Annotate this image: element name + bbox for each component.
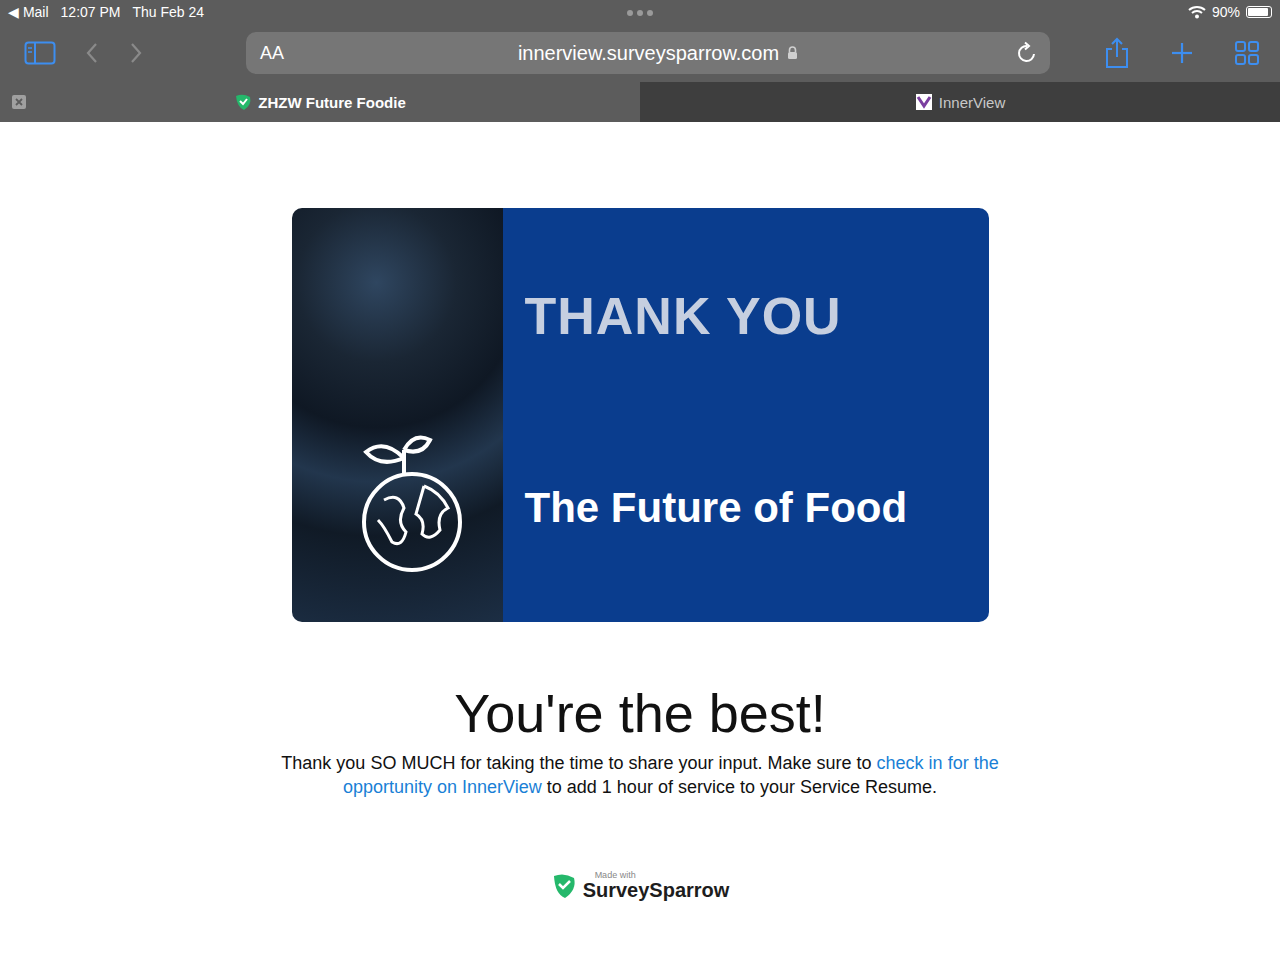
battery-percent: 90% [1212,4,1240,20]
reload-icon[interactable] [1016,41,1038,65]
banner-text-panel: THANK YOU The Future of Food [503,208,989,622]
page-content: THANK YOU The Future of Food You're the … [0,122,1280,900]
multitask-dots-icon[interactable] [627,10,653,16]
globe-sprout-icon [344,430,474,580]
tabs-overview-icon[interactable] [1234,40,1260,66]
browser-chrome: ◀ Mail 12:07 PM Thu Feb 24 90% [0,0,1280,122]
lock-icon [787,46,798,60]
back-to-app[interactable]: ◀ Mail [8,4,49,20]
banner-subtitle: The Future of Food [525,484,969,532]
toolbar: AA innerview.surveysparrow.com [0,24,1280,82]
status-bar: ◀ Mail 12:07 PM Thu Feb 24 90% [0,0,1280,24]
innerview-favicon-icon [915,93,933,111]
made-with-label: Made with [583,871,730,880]
brand-name: SurveySparrow [583,880,730,900]
back-icon[interactable] [84,41,100,65]
message-text-end: to add 1 hour of service to your Service… [542,777,937,797]
tab-bar: ZHZW Future Foodie InnerView [0,82,1280,122]
banner-title: THANK YOU [525,286,969,346]
tab-label[interactable]: InnerView [939,94,1005,111]
text-size-button[interactable]: AA [260,43,300,64]
message-text: Thank you SO MUCH for taking the time to… [281,753,876,773]
share-icon[interactable] [1104,37,1130,69]
battery-icon [1246,6,1272,18]
surveysparrow-logo-icon [551,872,577,900]
thank-you-banner: THANK YOU The Future of Food [292,208,989,622]
address-bar[interactable]: AA innerview.surveysparrow.com [246,32,1050,74]
surveysparrow-footer[interactable]: Made with SurveySparrow [551,871,730,900]
browser-tab[interactable]: ZHZW Future Foodie [0,82,640,122]
tab-label[interactable]: ZHZW Future Foodie [258,94,405,111]
blueberries-photo [292,208,503,622]
forward-icon[interactable] [128,41,144,65]
wifi-icon [1188,5,1206,19]
date: Thu Feb 24 [133,4,205,20]
surveysparrow-favicon-icon [234,93,252,111]
clock: 12:07 PM [61,4,121,20]
close-tab-icon[interactable] [12,95,26,109]
browser-tab[interactable]: InnerView [640,82,1280,122]
new-tab-icon[interactable] [1170,41,1194,65]
url-text[interactable]: innerview.surveysparrow.com [518,42,779,65]
thank-you-heading: You're the best! [454,684,826,743]
battery-fill [1248,8,1268,16]
sidebar-icon[interactable] [24,41,56,65]
thank-you-message: Thank you SO MUCH for taking the time to… [250,751,1030,799]
